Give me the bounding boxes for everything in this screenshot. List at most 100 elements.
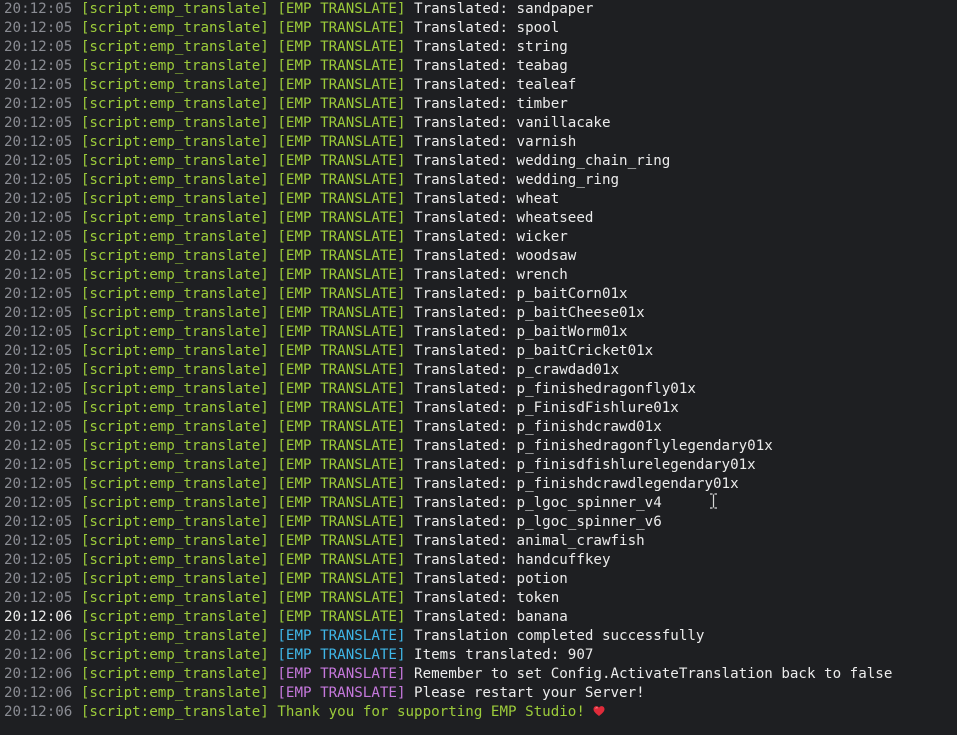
log-line: 20:12:05 [script:emp_translate] [EMP TRA… xyxy=(4,361,955,380)
log-source: [script:emp_translate] xyxy=(80,229,269,245)
log-message: Please restart your Server! xyxy=(414,685,645,701)
log-timestamp: 20:12:06 xyxy=(4,647,73,663)
log-source: [script:emp_translate] xyxy=(80,324,269,340)
log-tag: [EMP TRANSLATE] xyxy=(277,20,406,36)
log-line: 20:12:05 [script:emp_translate] [EMP TRA… xyxy=(4,323,955,342)
log-message: Translated: vanillacake xyxy=(414,115,611,131)
log-timestamp: 20:12:05 xyxy=(4,457,73,473)
log-tag: [EMP TRANSLATE] xyxy=(277,134,406,150)
log-source: [script:emp_translate] xyxy=(80,590,269,606)
log-tag: [EMP TRANSLATE] xyxy=(277,96,406,112)
log-tag: [EMP TRANSLATE] xyxy=(277,305,406,321)
log-line: 20:12:05 [script:emp_translate] [EMP TRA… xyxy=(4,285,955,304)
log-tag: [EMP TRANSLATE] xyxy=(277,39,406,55)
log-message: Translated: token xyxy=(414,590,560,606)
log-line: 20:12:05 [script:emp_translate] [EMP TRA… xyxy=(4,456,955,475)
log-timestamp: 20:12:05 xyxy=(4,229,73,245)
log-message: Translated: p_finishedragonfly01x xyxy=(414,381,696,397)
log-message: Translated: tealeaf xyxy=(414,77,577,93)
log-timestamp: 20:12:06 xyxy=(4,666,73,682)
log-timestamp: 20:12:05 xyxy=(4,96,73,112)
log-timestamp: 20:12:05 xyxy=(4,476,73,492)
log-timestamp: 20:12:05 xyxy=(4,77,73,93)
log-timestamp: 20:12:05 xyxy=(4,533,73,549)
log-line: 20:12:05 [script:emp_translate] [EMP TRA… xyxy=(4,570,955,589)
log-source: [script:emp_translate] xyxy=(80,134,269,150)
log-timestamp: 20:12:05 xyxy=(4,419,73,435)
log-line: 20:12:05 [script:emp_translate] [EMP TRA… xyxy=(4,0,955,19)
log-line: 20:12:05 [script:emp_translate] [EMP TRA… xyxy=(4,266,955,285)
log-source: [script:emp_translate] xyxy=(80,552,269,568)
log-timestamp: 20:12:05 xyxy=(4,495,73,511)
log-message: Translated: p_crawdad01x xyxy=(414,362,620,378)
log-tag: [EMP TRANSLATE] xyxy=(277,685,406,701)
log-source: [script:emp_translate] xyxy=(80,514,269,530)
log-source: [script:emp_translate] xyxy=(80,20,269,36)
log-timestamp: 20:12:05 xyxy=(4,172,73,188)
log-tag: [EMP TRANSLATE] xyxy=(277,1,406,17)
log-source: [script:emp_translate] xyxy=(80,343,269,359)
log-line: 20:12:05 [script:emp_translate] [EMP TRA… xyxy=(4,95,955,114)
log-source: [script:emp_translate] xyxy=(80,666,269,682)
log-message: Translated: timber xyxy=(414,96,568,112)
log-line: 20:12:05 [script:emp_translate] [EMP TRA… xyxy=(4,418,955,437)
log-timestamp: 20:12:05 xyxy=(4,191,73,207)
log-source: [script:emp_translate] xyxy=(80,286,269,302)
log-timestamp: 20:12:05 xyxy=(4,400,73,416)
log-message: Translated: wicker xyxy=(414,229,568,245)
log-tag: [EMP TRANSLATE] xyxy=(277,666,406,682)
log-tag: [EMP TRANSLATE] xyxy=(277,552,406,568)
log-tag: [EMP TRANSLATE] xyxy=(277,115,406,131)
log-timestamp: 20:12:06 xyxy=(4,685,73,701)
log-tag: [EMP TRANSLATE] xyxy=(277,647,406,663)
log-line: 20:12:06 [script:emp_translate] [EMP TRA… xyxy=(4,627,955,646)
log-tag: [EMP TRANSLATE] xyxy=(277,58,406,74)
log-message: Translated: banana xyxy=(414,609,568,625)
log-tag: [EMP TRANSLATE] xyxy=(277,476,406,492)
log-source: [script:emp_translate] xyxy=(80,438,269,454)
log-line: 20:12:05 [script:emp_translate] [EMP TRA… xyxy=(4,399,955,418)
log-line: 20:12:05 [script:emp_translate] [EMP TRA… xyxy=(4,247,955,266)
log-timestamp: 20:12:06 xyxy=(4,628,73,644)
log-timestamp: 20:12:05 xyxy=(4,514,73,530)
log-source: [script:emp_translate] xyxy=(80,685,269,701)
log-source: [script:emp_translate] xyxy=(80,305,269,321)
log-timestamp: 20:12:05 xyxy=(4,153,73,169)
log-source: [script:emp_translate] xyxy=(80,362,269,378)
log-message: Translated: p_baitCheese01x xyxy=(414,305,645,321)
log-message: Translated: varnish xyxy=(414,134,577,150)
log-message: Remember to set Config.ActivateTranslati… xyxy=(414,666,893,682)
log-source: [script:emp_translate] xyxy=(80,628,269,644)
log-message: Translated: p_baitWorm01x xyxy=(414,324,628,340)
log-source: [script:emp_translate] xyxy=(80,704,269,720)
log-source: [script:emp_translate] xyxy=(80,153,269,169)
log-source: [script:emp_translate] xyxy=(80,476,269,492)
log-timestamp: 20:12:05 xyxy=(4,134,73,150)
log-tag: [EMP TRANSLATE] xyxy=(277,533,406,549)
log-line: 20:12:06 [script:emp_translate] [EMP TRA… xyxy=(4,684,955,703)
log-timestamp: 20:12:05 xyxy=(4,267,73,283)
log-source: [script:emp_translate] xyxy=(80,58,269,74)
log-timestamp: 20:12:05 xyxy=(4,552,73,568)
log-message: Translated: wedding_ring xyxy=(414,172,620,188)
log-message: Translated: wheat xyxy=(414,191,560,207)
log-message: Translated: spool xyxy=(414,20,560,36)
log-line: 20:12:05 [script:emp_translate] [EMP TRA… xyxy=(4,57,955,76)
console-log[interactable]: 20:12:05 [script:emp_translate] [EMP TRA… xyxy=(4,0,955,733)
log-line: 20:12:05 [script:emp_translate] [EMP TRA… xyxy=(4,380,955,399)
log-tag: [EMP TRANSLATE] xyxy=(277,210,406,226)
log-tag: [EMP TRANSLATE] xyxy=(277,286,406,302)
log-source: [script:emp_translate] xyxy=(80,172,269,188)
log-source: [script:emp_translate] xyxy=(80,571,269,587)
log-tag: [EMP TRANSLATE] xyxy=(277,609,406,625)
log-tag: [EMP TRANSLATE] xyxy=(277,77,406,93)
log-timestamp: 20:12:05 xyxy=(4,571,73,587)
log-message: Translated: potion xyxy=(414,571,568,587)
log-line: 20:12:06 [script:emp_translate] [EMP TRA… xyxy=(4,608,955,627)
log-source: [script:emp_translate] xyxy=(80,191,269,207)
log-timestamp: 20:12:05 xyxy=(4,324,73,340)
log-source: [script:emp_translate] xyxy=(80,210,269,226)
log-message: Thank you for supporting EMP Studio! xyxy=(277,704,585,720)
log-source: [script:emp_translate] xyxy=(80,609,269,625)
log-message: Items translated: 907 xyxy=(414,647,594,663)
